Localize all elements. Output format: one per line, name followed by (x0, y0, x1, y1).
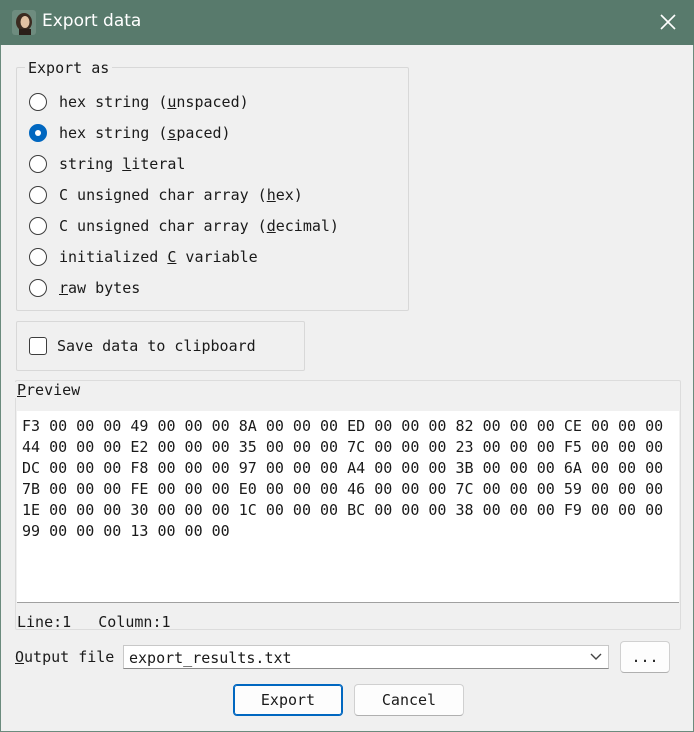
chevron-down-icon[interactable] (590, 652, 602, 662)
radio-button[interactable] (29, 155, 47, 173)
export-option-label: hex string (spaced) (59, 124, 231, 142)
cursor-status: Line:1 Column:1 (17, 613, 171, 631)
radio-button[interactable] (29, 124, 47, 142)
preview-line: F3 00 00 00 49 00 00 00 8A 00 00 00 ED 0… (22, 417, 664, 435)
export-option-label: hex string (unspaced) (59, 93, 249, 111)
browse-button[interactable]: ... (620, 641, 670, 673)
clipboard-group: Save data to clipboard (16, 321, 305, 371)
preview-line: 7B 00 00 00 FE 00 00 00 E0 00 00 00 46 0… (22, 480, 664, 498)
checkbox-box[interactable] (29, 337, 47, 355)
close-icon (660, 14, 676, 30)
export-option-label: initialized C variable (59, 248, 258, 266)
export-as-group: Export as hex string (unspaced) hex strin… (16, 60, 409, 311)
radio-button[interactable] (29, 186, 47, 204)
radio-button[interactable] (29, 279, 47, 297)
preview-content: F3 00 00 00 49 00 00 00 8A 00 00 00 ED 0… (22, 416, 674, 542)
title-bar: Export data (0, 0, 694, 45)
preview-legend: Preview (15, 381, 83, 399)
preview-line: 99 00 00 00 13 00 00 00 (22, 522, 230, 540)
dialog-body: Export as hex string (unspaced) hex strin… (0, 45, 694, 732)
preview-line: 1E 00 00 00 30 00 00 00 1C 00 00 00 BC 0… (22, 501, 664, 519)
export-option-0[interactable]: hex string (unspaced) (29, 90, 249, 114)
save-to-clipboard-label: Save data to clipboard (57, 337, 256, 355)
column-status: Column:1 (98, 613, 171, 631)
preview-text-area[interactable]: F3 00 00 00 49 00 00 00 8A 00 00 00 ED 0… (17, 411, 679, 603)
output-file-label: Output file (15, 648, 115, 666)
export-button[interactable]: Export (233, 684, 343, 716)
line-status: Line:1 (17, 613, 72, 631)
export-option-label: C unsigned char array (decimal) (59, 217, 339, 235)
export-option-label: raw bytes (59, 279, 141, 297)
export-option-1[interactable]: hex string (spaced) (29, 121, 231, 145)
preview-line: DC 00 00 00 F8 00 00 00 97 00 00 00 A4 0… (22, 459, 664, 477)
export-option-label: C unsigned char array (hex) (59, 186, 303, 204)
export-option-2[interactable]: string literal (29, 152, 185, 176)
export-option-label: string literal (59, 155, 186, 173)
export-option-3[interactable]: C unsigned char array (hex) (29, 183, 303, 207)
output-file-value: export_results.txt (129, 649, 292, 667)
save-to-clipboard-checkbox[interactable]: Save data to clipboard (29, 334, 256, 358)
app-portrait-icon (12, 10, 36, 35)
window-title: Export data (42, 11, 142, 31)
output-file-combobox[interactable]: export_results.txt (123, 645, 609, 669)
preview-line: 44 00 00 00 E2 00 00 00 35 00 00 00 7C 0… (22, 438, 664, 456)
close-button[interactable] (642, 0, 694, 45)
radio-button[interactable] (29, 217, 47, 235)
radio-button[interactable] (29, 93, 47, 111)
export-as-legend: Export as (25, 60, 113, 76)
radio-button[interactable] (29, 248, 47, 266)
export-option-5[interactable]: initialized C variable (29, 245, 258, 269)
export-option-4[interactable]: C unsigned char array (decimal) (29, 214, 339, 238)
export-option-6[interactable]: raw bytes (29, 276, 140, 300)
cancel-button[interactable]: Cancel (354, 684, 464, 716)
